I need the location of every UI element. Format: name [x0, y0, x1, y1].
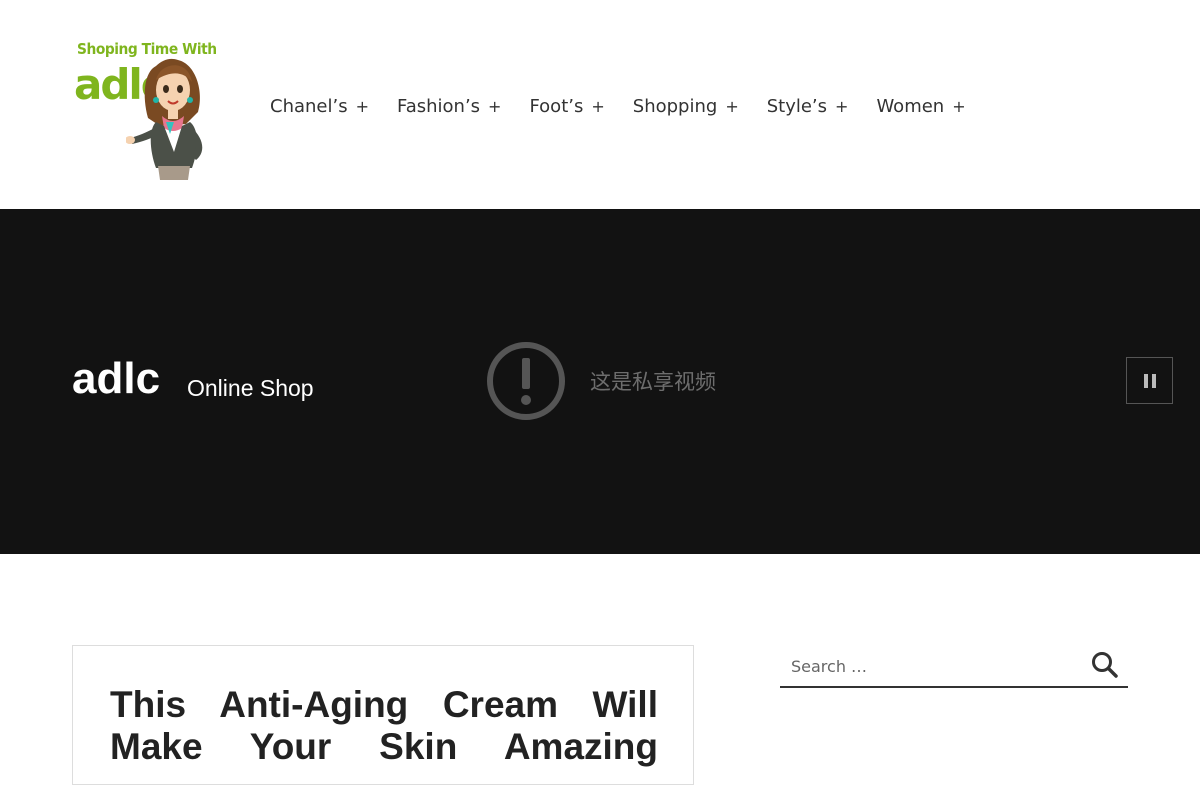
search-input[interactable]	[780, 646, 1081, 686]
site-header: Shoping Time With adlc Chanel’s + Fashio…	[0, 0, 1200, 209]
expand-plus-icon[interactable]: +	[835, 97, 848, 116]
search-button[interactable]	[1090, 650, 1120, 680]
site-logo[interactable]: Shoping Time With adlc	[72, 38, 224, 183]
nav-label: Shopping	[632, 95, 718, 117]
nav-item-women[interactable]: Women +	[876, 96, 965, 117]
hero-video-banner: adlc Online Shop 这是私享视频	[0, 209, 1200, 554]
nav-item-chanels[interactable]: Chanel’s +	[270, 96, 369, 117]
nav-item-fashions[interactable]: Fashion’s +	[397, 96, 501, 117]
main-navigation: Chanel’s + Fashion’s + Foot’s + Shopping…	[270, 94, 994, 118]
search-icon	[1092, 652, 1118, 678]
nav-item-shopping[interactable]: Shopping +	[633, 96, 739, 117]
nav-label: Style’s	[766, 95, 828, 117]
nav-label: Fashion’s	[397, 95, 481, 117]
video-pause-button[interactable]	[1126, 357, 1173, 404]
post-card: This Anti-Aging Cream Will Make Your Ski…	[72, 645, 694, 785]
logo-girl-illustration	[126, 58, 203, 180]
nav-label: Foot’s	[529, 95, 584, 117]
nav-label: Chanel’s	[270, 95, 348, 117]
search-form	[780, 646, 1128, 688]
site-description: Online Shop	[187, 375, 314, 401]
pause-icon	[1143, 373, 1156, 388]
nav-item-styles[interactable]: Style’s +	[767, 96, 849, 117]
expand-plus-icon[interactable]: +	[725, 97, 738, 116]
expand-plus-icon[interactable]: +	[591, 97, 604, 116]
nav-item-foots[interactable]: Foot’s +	[529, 96, 604, 117]
exclamation-circle-icon	[487, 342, 565, 420]
private-video-text: 这是私享视频	[590, 370, 716, 394]
expand-plus-icon[interactable]: +	[356, 97, 369, 116]
expand-plus-icon[interactable]: +	[952, 97, 965, 116]
nav-label: Women	[876, 95, 945, 117]
site-title[interactable]: adlc	[72, 357, 160, 401]
private-video-notice: 这是私享视频	[486, 341, 716, 421]
expand-plus-icon[interactable]: +	[488, 97, 501, 116]
post-title[interactable]: This Anti-Aging Cream Will Make Your Ski…	[110, 684, 658, 768]
